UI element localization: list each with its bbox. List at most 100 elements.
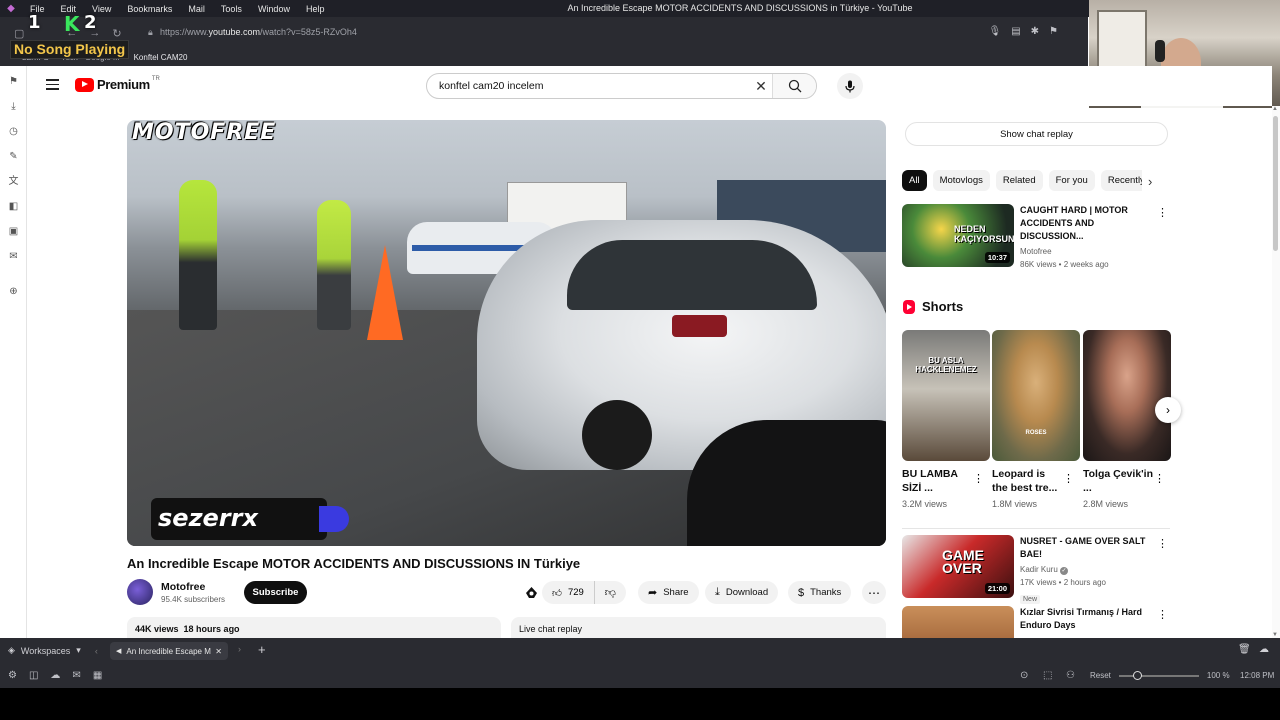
menu-window[interactable]: Window xyxy=(250,4,298,14)
address-right-icons: 🎙︎ ▤ ✱ ⚑ xyxy=(988,26,1058,37)
chip-recently-uploaded[interactable]: Recently uploaded xyxy=(1100,170,1142,191)
recommended-video[interactable]: Kızlar Sivrisi Tırmanış / Hard Enduro Da… xyxy=(902,606,1172,638)
reader-icon[interactable]: ▤ xyxy=(1011,26,1020,37)
short-title[interactable]: BU LAMBA SİZİ ... xyxy=(902,467,972,495)
clear-search-icon[interactable]: ✕ xyxy=(750,78,772,95)
mail-icon[interactable]: ✉ xyxy=(72,670,80,681)
chip-related[interactable]: Related xyxy=(995,170,1043,191)
video-title[interactable]: CAUGHT HARD | MOTOR ACCIDENTS AND DISCUS… xyxy=(1020,204,1160,243)
chevron-right-icon[interactable]: › xyxy=(1148,174,1152,189)
downloads-panel-icon[interactable]: ⤓ xyxy=(7,100,20,113)
short-title[interactable]: Tolga Çevik'in ... xyxy=(1083,467,1153,495)
search-input[interactable]: konftel cam20 incelem xyxy=(427,80,750,92)
dislike-button[interactable]: 👎︎ xyxy=(595,581,626,604)
more-vert-icon[interactable]: ⋮ xyxy=(1157,206,1168,219)
live-chat-box[interactable]: Live chat replay xyxy=(511,617,886,639)
short-item[interactable]: ROSES Leopard is the best tre... 1.8M vi… xyxy=(992,330,1080,509)
more-actions-button[interactable]: ⋯ xyxy=(862,581,886,604)
channel-name[interactable]: Motofree xyxy=(161,581,225,593)
bookmark-item[interactable]: Konftel CAM20 xyxy=(134,53,188,62)
settings-icon[interactable]: ⚙︎ xyxy=(8,670,17,681)
channel-name[interactable]: Kadir Kuru xyxy=(1020,565,1058,574)
menu-icon[interactable] xyxy=(46,79,59,90)
tab-back-icon[interactable]: ‹ xyxy=(95,646,98,656)
chip-motovlogs[interactable]: Motovlogs xyxy=(932,170,990,191)
youtube-logo[interactable]: Premium TR xyxy=(75,76,160,92)
scroll-up-icon[interactable]: ▲ xyxy=(1272,106,1278,112)
search-box[interactable]: konftel cam20 incelem ✕ xyxy=(426,73,817,99)
search-button[interactable] xyxy=(772,74,816,98)
short-thumbnail[interactable] xyxy=(1083,330,1171,461)
mail-panel-icon[interactable]: ✉ xyxy=(7,250,20,263)
chip-all[interactable]: All xyxy=(902,170,927,191)
short-thumbnail[interactable]: BU ASLA HACKLENEMEZ xyxy=(902,330,990,461)
voice-search-button[interactable] xyxy=(837,73,863,99)
zoom-slider[interactable] xyxy=(1118,670,1199,680)
new-tab-icon[interactable]: + xyxy=(258,642,266,657)
cloud-icon[interactable]: ☁︎ xyxy=(1259,644,1269,655)
thanks-button[interactable]: $ Thanks xyxy=(788,581,852,604)
trash-icon[interactable]: 🗑︎ xyxy=(1238,644,1251,655)
download-button[interactable]: ⤓ Download xyxy=(705,581,779,604)
url-field[interactable]: https://www.youtube.com/watch?v=58z5-RZv… xyxy=(160,27,357,37)
add-panel-icon[interactable]: ⊕ xyxy=(7,285,20,298)
short-item[interactable]: BU ASLA HACKLENEMEZ BU LAMBA SİZİ ... 3.… xyxy=(902,330,990,509)
tile-icon[interactable]: ◫ xyxy=(29,670,38,681)
microphone-icon[interactable]: 🎙︎ xyxy=(988,26,1001,37)
like-button[interactable]: 👍︎ 729 xyxy=(542,581,595,604)
reading-panel-icon[interactable]: ◧ xyxy=(7,200,20,213)
recommended-video[interactable]: NEDEN KAÇIYORSUN 10:37 CAUGHT HARD | MOT… xyxy=(902,204,1172,270)
divider xyxy=(902,528,1170,529)
notes-panel-icon[interactable]: ✎ xyxy=(7,150,20,163)
channel-avatar[interactable] xyxy=(127,579,153,605)
tab-forward-icon[interactable]: › xyxy=(238,644,241,654)
scrollbar-thumb[interactable] xyxy=(1273,116,1278,251)
more-vert-icon[interactable]: ⋮ xyxy=(1157,537,1168,550)
description-box[interactable]: 44K views 18 hours ago xyxy=(127,617,501,639)
video-thumbnail[interactable] xyxy=(902,606,1014,638)
short-item[interactable]: Tolga Çevik'in ... 2.8M views ⋮ xyxy=(1083,330,1171,509)
video-title[interactable]: Kızlar Sivrisi Tırmanış / Hard Enduro Da… xyxy=(1020,606,1160,632)
capture-icon[interactable]: ⊙ xyxy=(1020,670,1028,681)
show-chat-replay-button[interactable]: Show chat replay xyxy=(905,122,1168,146)
audio-icon[interactable]: ◀ xyxy=(116,647,121,655)
window-panel-icon[interactable]: ▣ xyxy=(7,225,20,238)
chip-for-you[interactable]: For you xyxy=(1048,170,1095,191)
short-title[interactable]: Leopard is the best tre... xyxy=(992,467,1062,495)
close-tab-icon[interactable]: ✕ xyxy=(215,647,222,656)
bookmark-icon[interactable]: ⚑ xyxy=(1049,26,1058,37)
workspaces-button[interactable]: ◈ Workspaces ▾ ‹ xyxy=(8,645,98,656)
recommended-video[interactable]: GAME OVER 21:00 NUSRET - GAME OVER SALT … xyxy=(902,535,1172,606)
translate-panel-icon[interactable]: 文 xyxy=(7,175,20,188)
video-title[interactable]: NUSRET - GAME OVER SALT BAE! xyxy=(1020,535,1160,561)
zoom-slider-knob[interactable] xyxy=(1132,670,1142,680)
zoom-reset-button[interactable]: Reset xyxy=(1090,671,1111,680)
menu-mail[interactable]: Mail xyxy=(180,4,213,14)
bookmarks-panel-icon[interactable]: ⚑ xyxy=(7,75,20,88)
history-panel-icon[interactable]: ◷ xyxy=(7,125,20,138)
calendar-icon[interactable]: ▦ xyxy=(93,670,102,681)
video-player[interactable]: MOTOFREE sezerrx xyxy=(127,120,886,546)
zoom-control: Reset 100 % xyxy=(1090,670,1230,680)
menu-help[interactable]: Help xyxy=(298,4,333,14)
channel-name[interactable]: Motofree xyxy=(1020,246,1160,257)
more-vert-icon[interactable]: ⋮ xyxy=(1157,608,1168,621)
thumbs-down-icon: 👎︎ xyxy=(604,587,616,599)
extensions-icon[interactable]: ✱ xyxy=(1031,26,1039,37)
page-scrollbar[interactable]: ▲ ▼ xyxy=(1272,106,1280,638)
more-vert-icon[interactable]: ⋮ xyxy=(973,472,984,485)
premium-icon[interactable] xyxy=(524,585,539,600)
shorts-next-button[interactable]: › xyxy=(1155,397,1181,423)
share-button[interactable]: ➦ Share xyxy=(638,581,699,604)
sync-cloud-icon[interactable]: ☁︎ xyxy=(50,670,60,681)
more-vert-icon[interactable]: ⋮ xyxy=(1154,472,1165,485)
menu-tools[interactable]: Tools xyxy=(213,4,250,14)
video-thumbnail[interactable]: NEDEN KAÇIYORSUN 10:37 xyxy=(902,204,1014,267)
page-actions-icon[interactable]: ⚇ xyxy=(1066,670,1075,681)
video-thumbnail[interactable]: GAME OVER 21:00 xyxy=(902,535,1014,598)
subscribe-button[interactable]: Subscribe xyxy=(244,581,307,604)
browser-tab[interactable]: ◀ An Incredible Escape M ✕ xyxy=(110,642,228,660)
screenshot-icon[interactable]: ⬚ xyxy=(1043,670,1052,681)
more-vert-icon[interactable]: ⋮ xyxy=(1063,472,1074,485)
short-thumbnail[interactable]: ROSES xyxy=(992,330,1080,461)
